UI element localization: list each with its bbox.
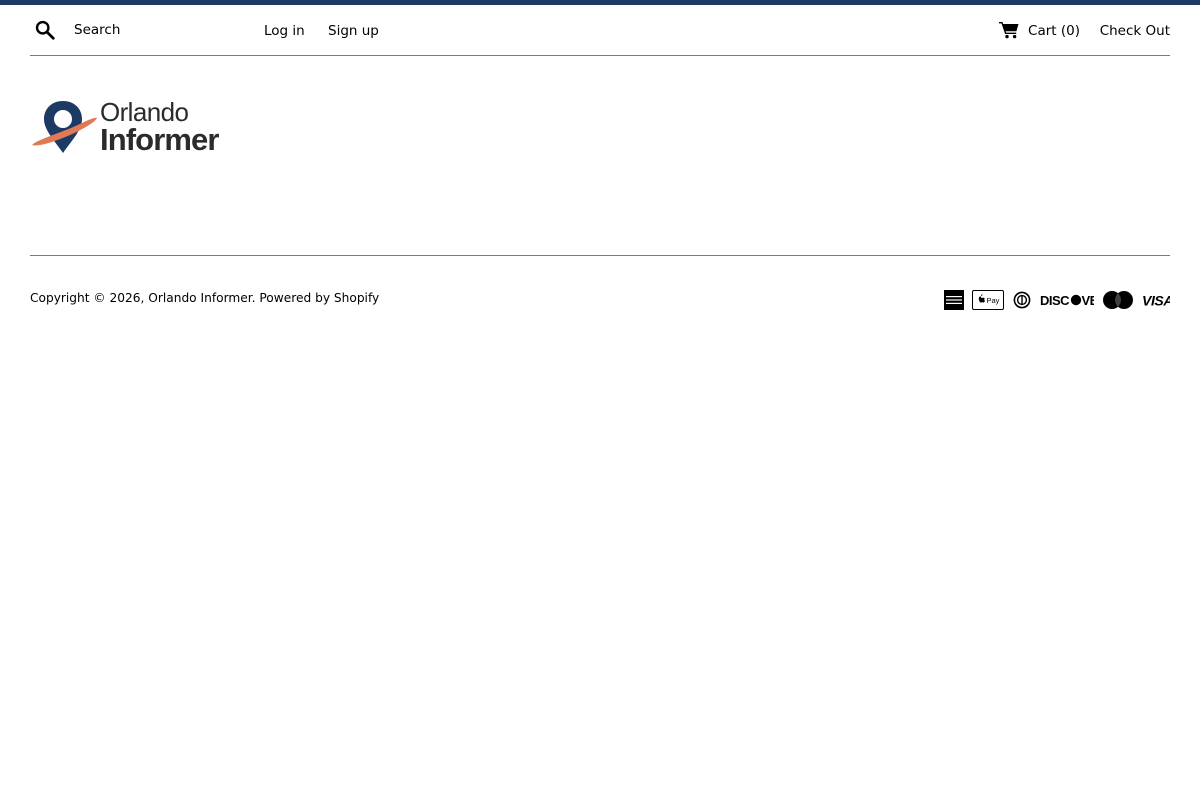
store-link[interactable]: Orlando Informer bbox=[148, 291, 251, 305]
svg-text:Pay: Pay bbox=[987, 296, 1000, 305]
svg-text:DISC: DISC bbox=[1040, 293, 1070, 308]
mastercard-icon bbox=[1103, 291, 1133, 309]
site-footer: Copyright © 2026, Orlando Informer. Powe… bbox=[30, 256, 1170, 346]
american-express-icon bbox=[944, 290, 964, 310]
copyright-text: Copyright © 2026, Orlando Informer. Powe… bbox=[30, 291, 379, 305]
svg-text:VER: VER bbox=[1082, 293, 1095, 308]
signup-link[interactable]: Sign up bbox=[328, 22, 379, 40]
cart-label: Cart (0) bbox=[1028, 23, 1080, 39]
powered-by-link[interactable]: Powered by Shopify bbox=[259, 291, 379, 305]
apple-pay-icon: Pay bbox=[972, 290, 1004, 310]
search-form bbox=[34, 18, 244, 42]
search-icon[interactable] bbox=[34, 19, 56, 41]
site-header: Log in Sign up Cart (0) Check Out bbox=[30, 5, 1170, 56]
cart-link[interactable]: Cart (0) bbox=[999, 21, 1080, 40]
search-input[interactable] bbox=[74, 18, 244, 42]
logo-area: Orlando Informer bbox=[30, 56, 1170, 256]
cart-icon bbox=[999, 21, 1019, 38]
location-pin-icon bbox=[32, 101, 97, 153]
copyright-prefix: Copyright © 2026, bbox=[30, 291, 149, 305]
discover-icon: DISC VER bbox=[1040, 293, 1095, 308]
visa-icon: VISA bbox=[1142, 293, 1170, 309]
diners-club-icon bbox=[1013, 291, 1031, 309]
checkout-link[interactable]: Check Out bbox=[1100, 22, 1170, 40]
site-logo[interactable]: Orlando Informer bbox=[30, 98, 232, 157]
logo-word-informer: Informer bbox=[100, 122, 219, 157]
payment-icons: Pay DISC VER VISA bbox=[944, 290, 1170, 310]
svg-text:VISA: VISA bbox=[1142, 293, 1170, 309]
login-link[interactable]: Log in bbox=[264, 22, 305, 40]
